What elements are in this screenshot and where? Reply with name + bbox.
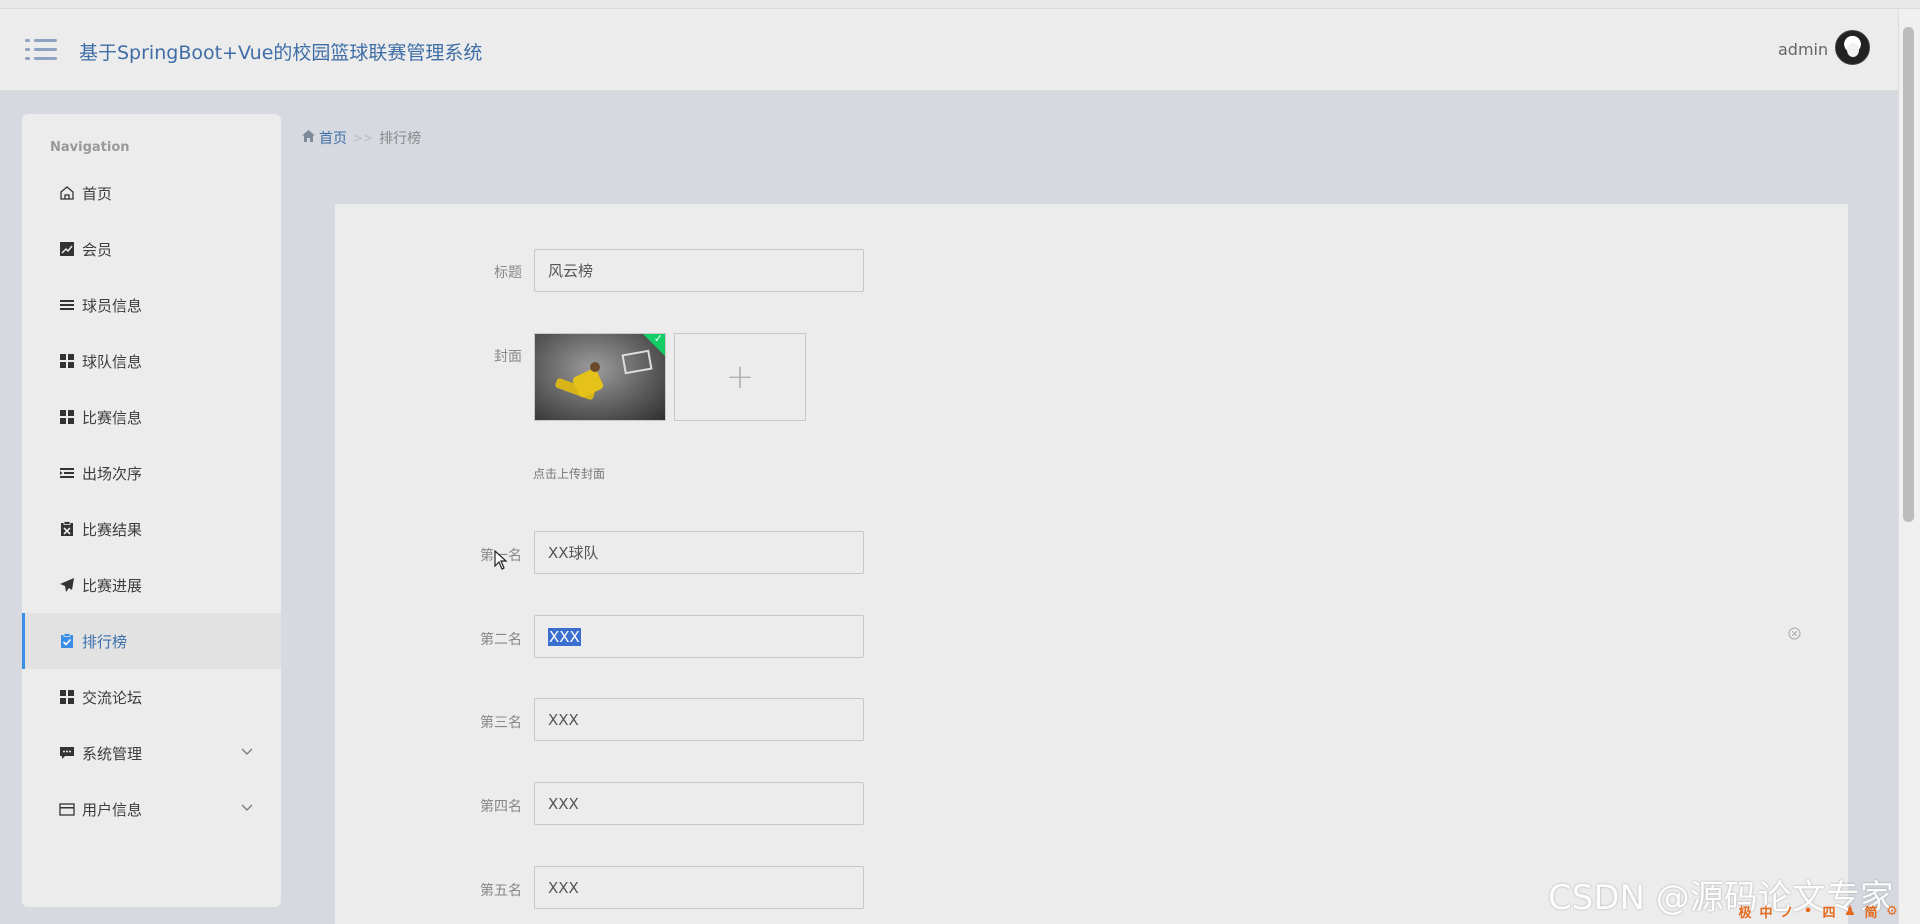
sidebar-item-label: 比赛进展 <box>82 576 143 595</box>
sidebar-item-label: 球队信息 <box>82 352 143 371</box>
paper-plane-icon <box>58 576 76 594</box>
scrollbar-thumb[interactable] <box>1903 27 1914 522</box>
tray-item[interactable]: ♟ <box>1841 902 1859 920</box>
ime-tray: 极 中 ノ • 四 ♟ 简 ⚙ <box>1736 902 1901 921</box>
app-header: 基于SpringBoot+Vue的校园篮球联赛管理系统 admin <box>0 9 1898 91</box>
sidebar-item-home[interactable]: 首页 <box>22 165 281 221</box>
avatar[interactable] <box>1835 30 1870 65</box>
sidebar: Navigation 首页 会员 球员信息 球队信息 比赛信息 出场次序 比赛结… <box>22 114 281 907</box>
plus-icon: + <box>725 357 755 397</box>
selected-text: XXX <box>548 627 581 646</box>
grid-icon <box>58 352 76 370</box>
menu-toggle-icon[interactable] <box>25 37 57 63</box>
sidebar-item-players[interactable]: 球员信息 <box>22 277 281 333</box>
rank3-label: 第三名 <box>480 715 522 731</box>
rank1-input[interactable] <box>534 531 864 574</box>
window-top-strip <box>0 0 1920 9</box>
check-icon: ✓ <box>653 333 663 345</box>
tray-item[interactable]: 简 <box>1862 902 1880 921</box>
upload-cover-button[interactable]: + <box>674 333 806 421</box>
tray-item[interactable]: 极 <box>1736 902 1754 921</box>
chart-icon <box>58 240 76 258</box>
rank5-input[interactable] <box>534 866 864 909</box>
rank2-label: 第二名 <box>480 632 522 648</box>
sidebar-item-label: 球员信息 <box>82 296 143 315</box>
sidebar-item-label: 比赛结果 <box>82 520 143 539</box>
home-icon <box>58 184 76 202</box>
tray-item[interactable]: 中 <box>1757 902 1775 921</box>
tray-item[interactable]: 四 <box>1820 902 1838 921</box>
upload-hint: 点击上传封面 <box>533 467 606 481</box>
grid-icon <box>58 408 76 426</box>
clipboard-x-icon <box>58 520 76 538</box>
cover-label: 封面 <box>494 349 522 365</box>
sidebar-item-label: 排行榜 <box>82 632 128 651</box>
clear-icon[interactable] <box>1788 627 1801 644</box>
nav-heading: Navigation <box>50 140 130 155</box>
sidebar-item-rankings[interactable]: 排行榜 <box>22 613 281 669</box>
sidebar-item-matches[interactable]: 比赛信息 <box>22 389 281 445</box>
sidebar-item-system[interactable]: 系统管理 <box>22 725 281 781</box>
sidebar-item-label: 出场次序 <box>82 464 143 483</box>
title-input[interactable] <box>534 249 864 292</box>
sidebar-item-progress[interactable]: 比赛进展 <box>22 557 281 613</box>
list-icon <box>58 296 76 314</box>
sidebar-item-members[interactable]: 会员 <box>22 221 281 277</box>
breadcrumb-home-link[interactable]: 首页 <box>319 128 347 148</box>
cover-image[interactable]: ✓ <box>534 333 666 421</box>
chevron-down-icon <box>241 801 253 815</box>
sidebar-item-teams[interactable]: 球队信息 <box>22 333 281 389</box>
sidebar-item-user-info[interactable]: 用户信息 <box>22 781 281 837</box>
rank2-input[interactable]: XXX <box>534 615 864 658</box>
card-icon <box>58 800 76 818</box>
rank5-label: 第五名 <box>480 883 522 899</box>
tray-item[interactable]: • <box>1799 902 1817 920</box>
breadcrumb-current: 排行榜 <box>379 131 422 147</box>
rank4-label: 第四名 <box>480 799 522 815</box>
breadcrumb-separator: >> <box>353 131 374 145</box>
username[interactable]: admin <box>1778 40 1828 59</box>
sidebar-item-results[interactable]: 比赛结果 <box>22 501 281 557</box>
rank4-input[interactable] <box>534 782 864 825</box>
grid-icon <box>58 688 76 706</box>
clipboard-check-icon <box>58 632 76 650</box>
sidebar-item-lineup[interactable]: 出场次序 <box>22 445 281 501</box>
indent-icon <box>58 464 76 482</box>
sidebar-item-label: 用户信息 <box>82 800 143 819</box>
tray-item[interactable]: ノ <box>1778 902 1796 921</box>
app-title: 基于SpringBoot+Vue的校园篮球联赛管理系统 <box>79 42 483 64</box>
sidebar-item-label: 首页 <box>82 184 113 203</box>
mouse-cursor-icon <box>494 549 508 575</box>
chevron-down-icon <box>241 745 253 759</box>
title-label: 标题 <box>494 265 522 281</box>
sidebar-item-label: 会员 <box>82 240 113 259</box>
breadcrumb: 首页 >> 排行榜 <box>302 128 421 148</box>
chat-icon <box>58 744 76 762</box>
gear-icon[interactable]: ⚙ <box>1883 902 1901 920</box>
sidebar-item-label: 比赛信息 <box>82 408 143 427</box>
page-scrollbar[interactable] <box>1898 9 1920 924</box>
home-icon <box>302 130 315 146</box>
rank3-input[interactable] <box>534 698 864 741</box>
sidebar-item-forum[interactable]: 交流论坛 <box>22 669 281 725</box>
sidebar-item-label: 系统管理 <box>82 744 143 763</box>
sidebar-item-label: 交流论坛 <box>82 688 143 707</box>
